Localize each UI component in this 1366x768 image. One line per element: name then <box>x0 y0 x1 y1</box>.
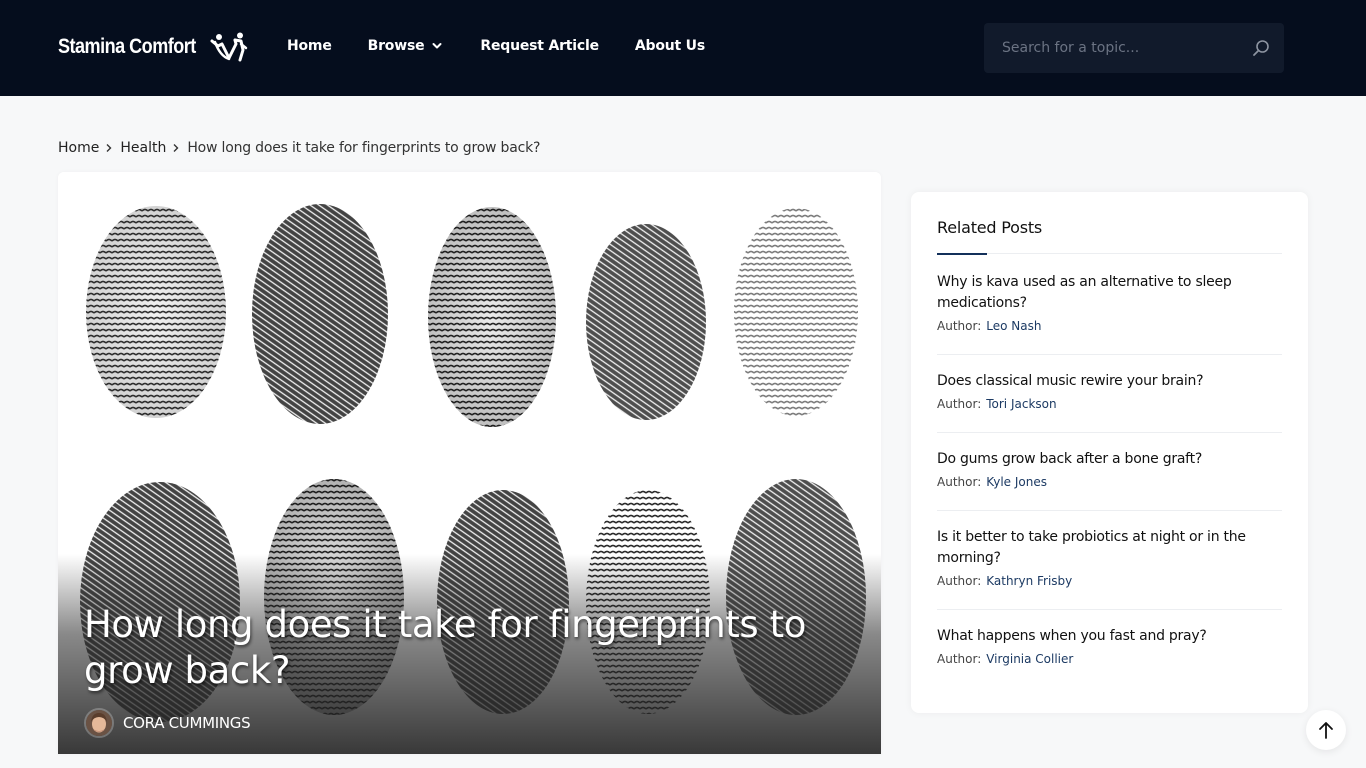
nav-about-us[interactable]: About Us <box>635 38 705 54</box>
related-post-author[interactable]: Virginia Collier <box>986 652 1073 666</box>
related-post-author[interactable]: Tori Jackson <box>986 397 1056 411</box>
related-posts-list: Why is kava used as an alternative to sl… <box>937 272 1282 703</box>
site-header: Stamina Comfort Home Browse Request Arti… <box>0 0 1366 96</box>
author-avatar[interactable] <box>84 708 114 738</box>
related-post-title[interactable]: What happens when you fast and pray? <box>937 626 1282 647</box>
breadcrumb-health[interactable]: Health <box>120 140 166 156</box>
related-post-title[interactable]: Why is kava used as an alternative to sl… <box>937 272 1282 314</box>
article-hero: How long does it take for fingerprints t… <box>58 172 881 754</box>
site-logo[interactable]: Stamina Comfort <box>58 32 248 62</box>
search-input[interactable] <box>984 23 1234 73</box>
related-post-author[interactable]: Kyle Jones <box>986 475 1047 489</box>
author-label: Author: <box>937 652 982 666</box>
related-post-item: Does classical music rewire your brain? … <box>937 371 1282 433</box>
chevron-right-icon <box>106 144 112 152</box>
article-title: How long does it take for fingerprints t… <box>84 603 806 692</box>
author-label: Author: <box>937 397 982 411</box>
people-heart-icon <box>210 32 248 62</box>
back-to-top-button[interactable] <box>1306 710 1346 750</box>
related-post-item: Is it better to take probiotics at night… <box>937 527 1282 610</box>
related-post-author[interactable]: Kathryn Frisby <box>986 574 1072 588</box>
author-label: Author: <box>937 574 982 588</box>
related-post-item: Do gums grow back after a bone graft? Au… <box>937 449 1282 511</box>
related-post-title[interactable]: Does classical music rewire your brain? <box>937 371 1282 392</box>
article-author: CORA CUMMINGS <box>84 708 251 738</box>
related-post-meta: Author: Tori Jackson <box>937 397 1282 411</box>
related-post-author[interactable]: Leo Nash <box>986 319 1041 333</box>
related-post-title[interactable]: Is it better to take probiotics at night… <box>937 527 1282 569</box>
search-button[interactable] <box>1252 39 1270 57</box>
chevron-down-icon <box>432 43 442 49</box>
search-box <box>984 23 1284 73</box>
title-accent-bar <box>937 253 987 255</box>
related-post-meta: Author: Leo Nash <box>937 319 1282 333</box>
arrow-up-icon <box>1319 722 1333 739</box>
author-photo <box>86 710 112 736</box>
related-post-meta: Author: Kathryn Frisby <box>937 574 1282 588</box>
breadcrumb-home[interactable]: Home <box>58 140 99 156</box>
nav-home[interactable]: Home <box>287 38 332 54</box>
nav-browse[interactable]: Browse <box>368 38 443 54</box>
related-post-title[interactable]: Do gums grow back after a bone graft? <box>937 449 1282 470</box>
nav-request-article[interactable]: Request Article <box>480 38 599 54</box>
search-icon <box>1253 40 1269 56</box>
author-label: Author: <box>937 475 982 489</box>
related-post-item: Why is kava used as an alternative to sl… <box>937 272 1282 355</box>
divider <box>937 253 1282 254</box>
breadcrumb: Home Health How long does it take for fi… <box>58 140 540 156</box>
nav-browse-label: Browse <box>367 38 425 54</box>
related-post-item: What happens when you fast and pray? Aut… <box>937 626 1282 687</box>
author-label: Author: <box>937 319 982 333</box>
related-post-meta: Author: Virginia Collier <box>937 652 1282 666</box>
related-posts-widget: Related Posts Why is kava used as an alt… <box>911 192 1308 713</box>
main-nav: Home Browse Request Article About Us <box>287 38 705 54</box>
author-name-link[interactable]: CORA CUMMINGS <box>123 714 251 732</box>
logo-text: Stamina Comfort <box>58 35 196 58</box>
breadcrumb-current: How long does it take for fingerprints t… <box>187 140 541 156</box>
related-posts-title: Related Posts <box>937 218 1043 237</box>
related-post-meta: Author: Kyle Jones <box>937 475 1282 489</box>
chevron-right-icon <box>173 144 179 152</box>
